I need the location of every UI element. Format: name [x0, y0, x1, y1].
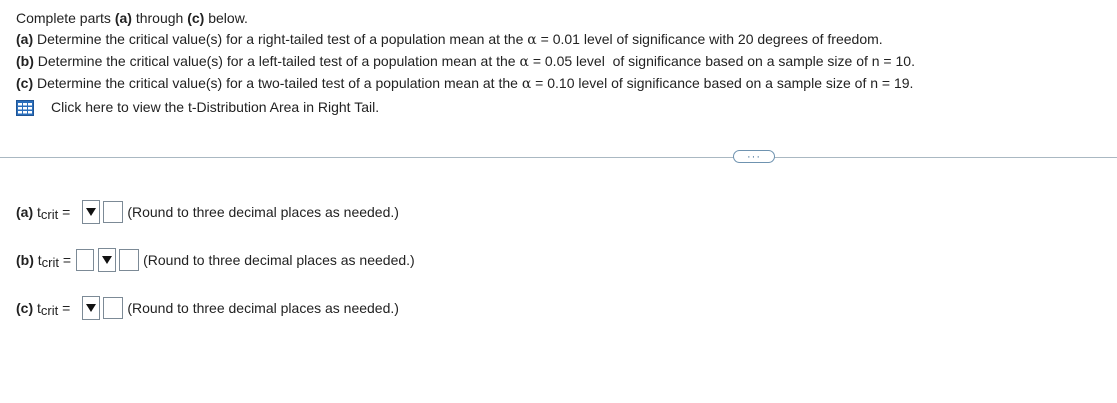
answer-row-b: (b) tcrit = (Round to three decimal plac… [16, 246, 415, 274]
answer-b-input[interactable] [119, 249, 140, 271]
expand-more-button[interactable]: ··· [733, 150, 775, 163]
answer-c-input[interactable] [103, 297, 124, 319]
answer-row-a: (a) tcrit = (Round to three decimal plac… [16, 198, 399, 226]
answer-c-dropdown[interactable] [82, 296, 101, 320]
question-part-b: (b) Determine the critical value(s) for … [16, 53, 915, 70]
answer-label-c: (c) tcrit = [16, 300, 71, 318]
table-grid-icon [16, 99, 34, 116]
triangle-down-icon [102, 256, 113, 264]
t-distribution-table-link[interactable]: Click here to view the t-Distribution Ar… [16, 97, 915, 118]
answer-c-note: (Round to three decimal places as needed… [127, 300, 399, 316]
answer-row-c: (c) tcrit = (Round to three decimal plac… [16, 294, 399, 322]
table-link-text[interactable]: Click here to view the t-Distribution Ar… [51, 97, 379, 118]
answer-b-dropdown[interactable] [98, 248, 117, 272]
answer-b-input-left[interactable] [76, 249, 95, 271]
answer-label-a: (a) tcrit = [16, 204, 71, 222]
section-divider [0, 157, 1117, 158]
answer-label-b: (b) tcrit = [16, 252, 72, 270]
triangle-down-icon [86, 208, 97, 216]
question-part-c: (c) Determine the critical value(s) for … [16, 75, 914, 92]
answer-a-input[interactable] [103, 201, 124, 223]
question-part-a: (a) Determine the critical value(s) for … [16, 31, 883, 48]
triangle-down-icon [86, 304, 97, 312]
answer-a-note: (Round to three decimal places as needed… [127, 204, 399, 220]
answer-a-dropdown[interactable] [82, 200, 101, 224]
answer-b-note: (Round to three decimal places as needed… [143, 252, 415, 268]
question-text: Complete parts (a) through (c) below. (a… [16, 8, 915, 118]
question-intro: Complete parts (a) through (c) below. [16, 10, 248, 26]
